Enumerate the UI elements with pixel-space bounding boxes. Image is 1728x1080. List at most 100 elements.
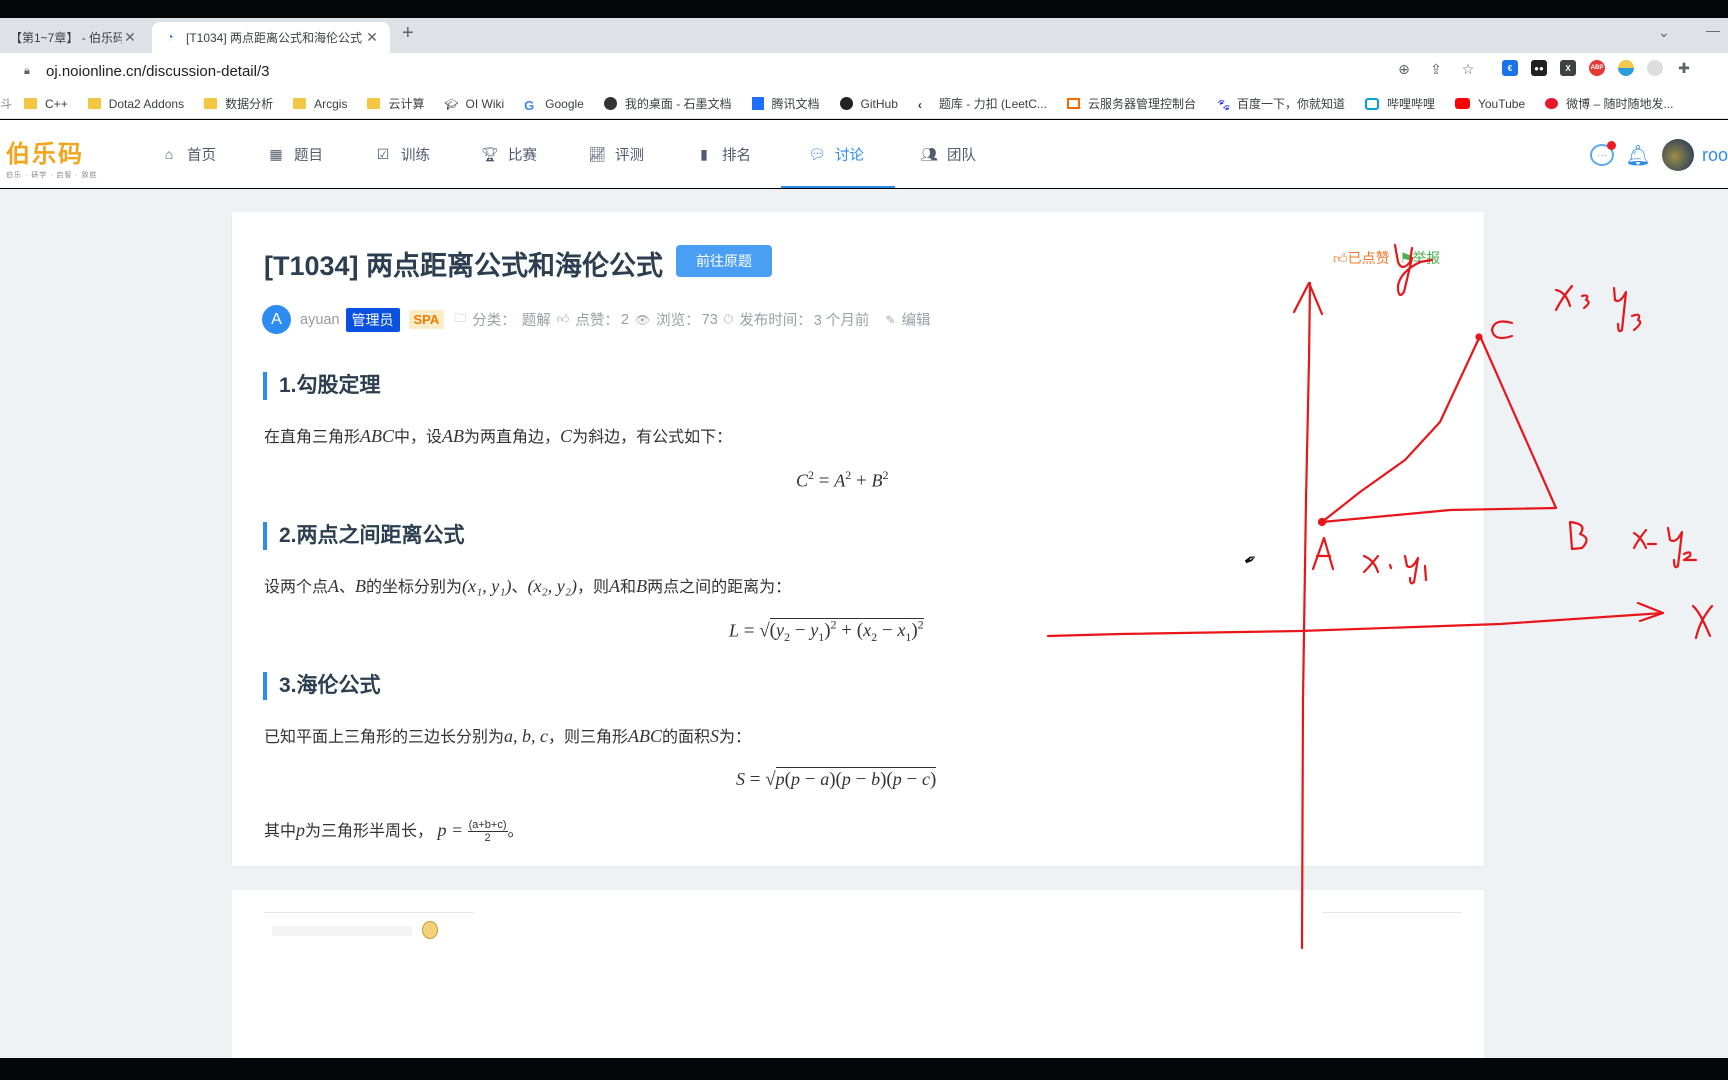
clock-icon: 🕒︎: [723, 312, 734, 326]
nav-label: 训练: [401, 147, 430, 164]
folder-icon: 🗀: [454, 311, 467, 325]
user-avatar[interactable]: [1662, 139, 1694, 171]
screen-bottom-edge: [0, 1058, 1728, 1080]
formula-pythagoras: C2 = A2 + B2: [796, 468, 889, 492]
ghost-extension-icon[interactable]: ●●: [1531, 60, 1547, 76]
tab-title: [T1034] 两点距离公式和海伦公式: [186, 31, 363, 45]
bookmark-label: 云服务器管理控制台: [1087, 97, 1196, 111]
close-icon[interactable]: ✕: [364, 29, 380, 46]
bookmark-item[interactable]: 我的桌面 - 石墨文档: [603, 95, 732, 112]
bookmark-item[interactable]: 数据分析: [204, 95, 273, 112]
share-icon[interactable]: ⇪: [1427, 60, 1445, 78]
formula-distance: L = √(y2 − y1)2 + (x2 − x1)2: [729, 618, 924, 645]
semi-perimeter-note: 其中p为三角形半周长， p = (a+b+c) 2。: [264, 817, 524, 844]
user-name[interactable]: roo: [1702, 145, 1728, 166]
puzzle-extension-icon[interactable]: ✚: [1676, 60, 1692, 76]
star-icon[interactable]: ☆: [1459, 60, 1477, 78]
nav-ranking[interactable]: ▮ 排名: [695, 120, 751, 188]
color-extension-icon[interactable]: [1618, 60, 1634, 76]
browser-tab[interactable]: 【第1~7章】 - 伯乐码 ✕: [0, 22, 148, 53]
report-button[interactable]: ⚑举报: [1400, 248, 1441, 268]
bookmark-item[interactable]: Arcgis: [293, 97, 347, 111]
nav-judge[interactable]: 📈︎ 评测: [588, 120, 644, 188]
nav-problems[interactable]: ▦ 题目: [267, 120, 323, 188]
nav-contest[interactable]: 🏆︎ 比赛: [481, 120, 537, 188]
graduation-cap-icon: 🎓︎: [444, 99, 459, 111]
chart-icon: 📈︎: [588, 145, 606, 162]
main-nav: ⌂ 首页 ▦ 题目 ☑ 训练 🏆︎ 比赛 📈︎ 评测 ▮ 排名 💬︎ 讨论 👥︎…: [160, 120, 976, 188]
category-label: 分类：: [472, 313, 516, 329]
browser-tab-strip: 【第1~7章】 - 伯乐码 ✕ ◔ [T1034] 两点距离公式和海伦公式 ✕ …: [0, 18, 1728, 53]
close-icon[interactable]: ✕: [122, 29, 138, 46]
bookmark-item[interactable]: 🐾︎ 百度一下，你就知道: [1216, 95, 1345, 112]
bookmark-item[interactable]: C++: [24, 97, 68, 111]
role-badge: 管理员: [345, 307, 400, 332]
math-var: A: [328, 576, 340, 596]
text: 和: [620, 579, 637, 596]
new-tab-button[interactable]: +: [402, 22, 414, 45]
likes-count: 2: [620, 311, 629, 328]
bell-icon[interactable]: 🔔︎: [1625, 144, 1650, 167]
text: 设两个点: [264, 579, 329, 596]
folder-icon: [24, 98, 38, 109]
messages-icon[interactable]: ···: [1590, 141, 1616, 166]
url-text[interactable]: oj.noionline.cn/discussion-detail/3: [46, 63, 269, 80]
bookmark-label: C++: [45, 96, 68, 111]
address-bar[interactable]: 🔒︎ oj.noionline.cn/discussion-detail/3: [14, 56, 1424, 86]
bookmark-label: Google: [545, 96, 584, 111]
bookmark-item[interactable]: 微博 – 随时随地发...: [1545, 95, 1674, 112]
clipboard-check-icon: ☑: [376, 145, 390, 162]
site-logo[interactable]: 伯乐码 伯乐 · 研学 · 启智 · 致胜: [6, 134, 98, 180]
math-var: B: [636, 576, 648, 596]
minimize-icon[interactable]: —: [1706, 22, 1720, 38]
nav-label: 排名: [722, 147, 751, 164]
math-var: S: [710, 726, 720, 746]
author-avatar[interactable]: A: [262, 305, 291, 334]
math-var: AB: [442, 426, 465, 446]
bookmark-label: Dota2 Addons: [108, 96, 185, 111]
adblock-extension-icon[interactable]: ABP: [1589, 60, 1605, 76]
text: 、: [339, 579, 356, 596]
text: ，则三角形: [548, 729, 629, 746]
bookmark-item[interactable]: G Google: [524, 96, 584, 114]
goto-problem-button[interactable]: 前往原题: [676, 245, 772, 277]
circle-extension-icon[interactable]: [1647, 60, 1663, 76]
cloud-console-icon: [1066, 98, 1080, 109]
bookmark-item[interactable]: 云服务器管理控制台: [1066, 95, 1196, 112]
bookmark-item[interactable]: 哔哩哔哩: [1364, 95, 1435, 112]
tab-search-chevron-icon[interactable]: ⌄: [1658, 24, 1670, 41]
bookmark-item[interactable]: 云计算: [367, 95, 424, 112]
bookmark-overflow[interactable]: 斗: [0, 95, 12, 112]
liked-button[interactable]: 👍︎已点赞: [1333, 248, 1390, 268]
text: ，则: [577, 579, 610, 596]
comment-editor-placeholder[interactable]: [272, 926, 412, 936]
lock-icon[interactable]: 🔒︎: [24, 65, 38, 78]
bookmark-item[interactable]: ‹ 题库 - 力扣 (LeetC...: [918, 95, 1047, 112]
post-title: [T1034] 两点距离公式和海伦公式: [264, 251, 664, 281]
nav-home[interactable]: ⌂ 首页: [160, 120, 216, 188]
bar-chart-icon: ▮: [700, 145, 708, 162]
bookmark-item[interactable]: 🎓︎ OI Wiki: [444, 97, 504, 112]
logo-text: 伯乐码: [6, 141, 84, 168]
nav-team[interactable]: 👥︎ 团队: [920, 120, 976, 188]
text: 的坐标分别为: [366, 579, 463, 596]
bookmark-item[interactable]: GitHub: [839, 97, 898, 111]
nav-training[interactable]: ☑ 训练: [374, 120, 430, 188]
bookmark-item[interactable]: 腾讯文档: [751, 95, 820, 112]
nav-label: 讨论: [835, 147, 864, 164]
zoom-icon[interactable]: ⊕: [1395, 60, 1413, 78]
euro-extension-icon[interactable]: €: [1502, 60, 1518, 76]
bookmark-item[interactable]: Dota2 Addons: [87, 96, 185, 111]
nav-discussion[interactable]: 💬︎ 讨论: [781, 120, 895, 188]
bookmark-label: Arcgis: [314, 96, 348, 111]
thumb-up-icon: 👍︎: [556, 312, 570, 326]
text: 。: [507, 823, 524, 840]
author-name[interactable]: ayuan: [300, 312, 340, 328]
browser-tab-active[interactable]: ◔ [T1034] 两点距离公式和海伦公式 ✕: [152, 22, 390, 53]
edit-link[interactable]: 编辑: [901, 309, 930, 330]
liked-label: 已点赞: [1347, 250, 1390, 266]
coin-icon: [422, 921, 438, 939]
denominator: 2: [484, 832, 491, 845]
x-extension-icon[interactable]: X: [1560, 60, 1576, 76]
bookmark-item[interactable]: YouTube: [1454, 97, 1525, 111]
